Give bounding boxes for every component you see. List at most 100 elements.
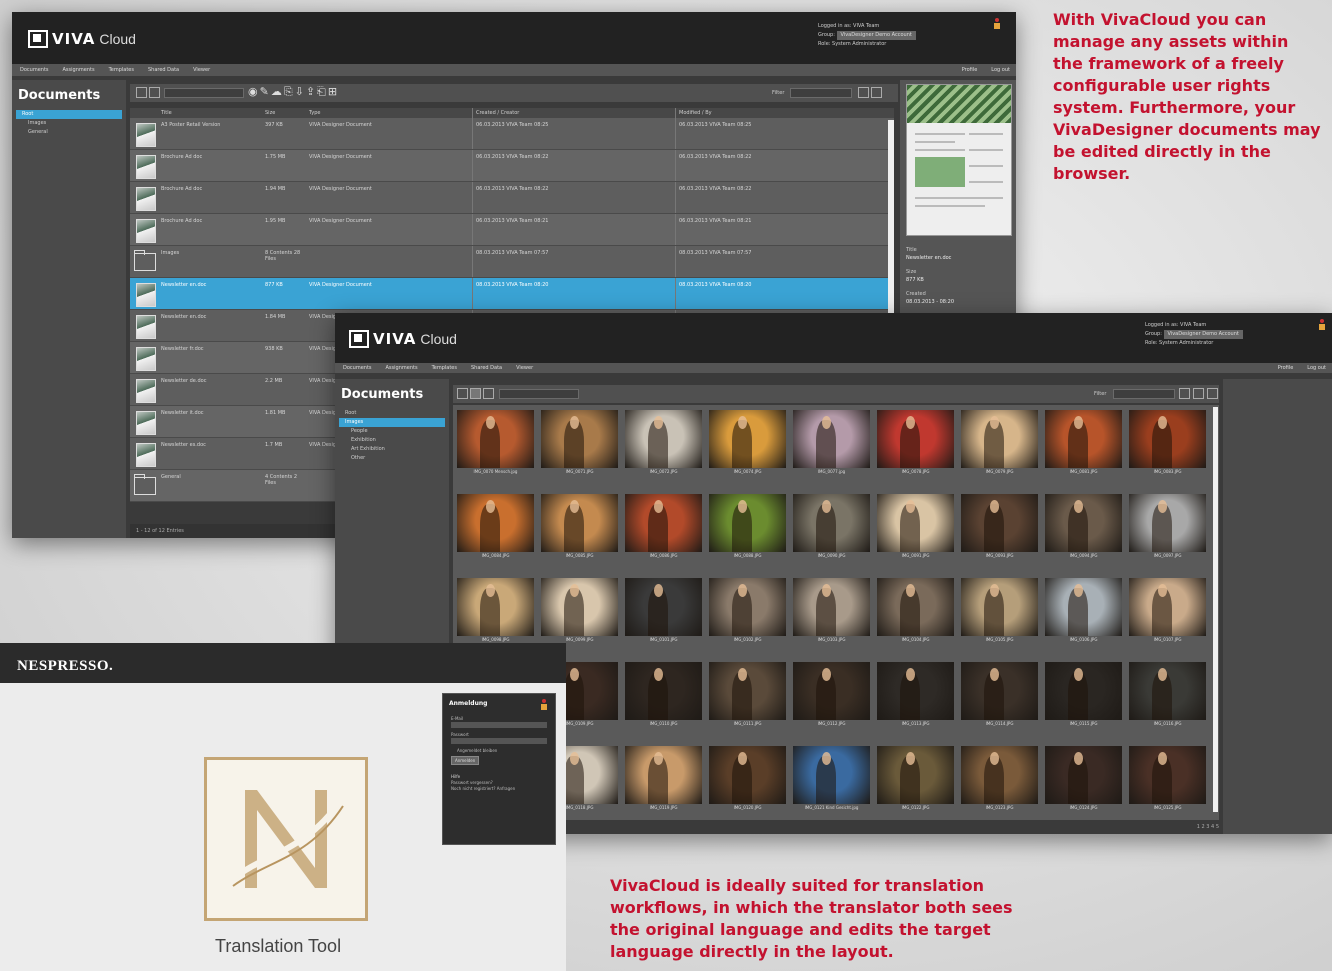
photo-tile[interactable]: IMG_0105.JPG: [958, 575, 1042, 659]
user-icon[interactable]: [994, 18, 1000, 30]
tree-item-people[interactable]: People: [339, 427, 445, 436]
photo-thumbnail[interactable]: [625, 410, 702, 468]
photo-thumbnail[interactable]: [877, 494, 954, 552]
tree-item-images[interactable]: Images: [16, 119, 122, 128]
view-list-button[interactable]: [457, 388, 468, 399]
view-grid-button[interactable]: [483, 388, 494, 399]
tree-item-root[interactable]: Root: [16, 110, 122, 119]
column-size[interactable]: Size: [262, 108, 306, 118]
password-field[interactable]: [451, 738, 547, 744]
group-select[interactable]: VivaDesigner Demo Account: [836, 31, 916, 40]
photo-tile[interactable]: IMG_0090.JPG: [790, 491, 874, 575]
photo-thumbnail[interactable]: [1129, 410, 1206, 468]
photo-tile[interactable]: IMG_0113.JPG: [874, 659, 958, 743]
filter-icon[interactable]: [871, 87, 882, 98]
photo-thumbnail[interactable]: [709, 410, 786, 468]
search-icon[interactable]: [1179, 388, 1190, 399]
photo-tile[interactable]: IMG_0112.JPG: [790, 659, 874, 743]
photo-tile[interactable]: IMG_0088.JPG: [706, 491, 790, 575]
tree-item-general[interactable]: General: [16, 128, 122, 137]
forgot-password-link[interactable]: Passwort vergessen?: [451, 780, 493, 785]
photo-tile[interactable]: IMG_0111.JPG: [706, 659, 790, 743]
menu-documents[interactable]: Documents: [20, 67, 49, 73]
photo-tile[interactable]: IMG_0093.JPG: [958, 491, 1042, 575]
photo-tile[interactable]: IMG_0103.JPG: [790, 575, 874, 659]
column-modified[interactable]: Modified / By: [675, 108, 894, 118]
photo-tile[interactable]: IMG_0070 Mensch.jpg: [454, 407, 538, 491]
photo-tile[interactable]: IMG_0081.JPG: [1042, 407, 1126, 491]
search-icon[interactable]: [858, 87, 869, 98]
menu-templates[interactable]: Templates: [432, 365, 457, 371]
menu-assignments[interactable]: Assignments: [63, 67, 95, 73]
column-type[interactable]: Type: [306, 108, 472, 118]
photo-thumbnail[interactable]: [1045, 578, 1122, 636]
photo-tile[interactable]: IMG_0110.JPG: [622, 659, 706, 743]
register-link[interactable]: Noch nicht registriert? Anfragen: [451, 786, 515, 791]
photo-thumbnail[interactable]: [961, 410, 1038, 468]
photo-tile[interactable]: IMG_0121 Kind Gesicht.jpg: [790, 743, 874, 827]
photo-tile[interactable]: IMG_0086.JPG: [622, 491, 706, 575]
photo-thumbnail[interactable]: [541, 578, 618, 636]
photo-tile[interactable]: IMG_0114.JPG: [958, 659, 1042, 743]
photo-thumbnail[interactable]: [709, 662, 786, 720]
view-thumbs-button[interactable]: [470, 388, 481, 399]
table-row[interactable]: Brochure Ad doc 1.94 MB VIVA Designer Docu…: [130, 182, 894, 214]
column-created[interactable]: Created / Creator: [472, 108, 675, 118]
remember-checkbox[interactable]: Angemeldet bleiben: [457, 748, 497, 753]
menu-profile[interactable]: Profile: [962, 67, 978, 73]
photo-tile[interactable]: IMG_0084.JPG: [454, 491, 538, 575]
photo-thumbnail[interactable]: [625, 578, 702, 636]
photo-thumbnail[interactable]: [1045, 410, 1122, 468]
photo-tile[interactable]: IMG_0074.JPG: [706, 407, 790, 491]
photo-thumbnail[interactable]: [457, 578, 534, 636]
menu-logout[interactable]: Log out: [991, 67, 1010, 73]
tree-item-root[interactable]: Root: [339, 409, 445, 418]
tree-item-exhibition[interactable]: Exhibition: [339, 436, 445, 445]
table-row[interactable]: Newsletter en.doc 877 KB VIVA Designer Doc…: [130, 278, 894, 310]
tree-item-art-exhibition[interactable]: Art Exhibition: [339, 445, 445, 454]
menu-logout[interactable]: Log out: [1307, 365, 1326, 371]
photo-tile[interactable]: IMG_0091.JPG: [874, 491, 958, 575]
photo-tile[interactable]: IMG_0101.JPG: [622, 575, 706, 659]
table-row[interactable]: Images 8 Contents 28 Files 08.03.2013 VIVA…: [130, 246, 894, 278]
filter-input[interactable]: [790, 88, 852, 98]
photo-thumbnail[interactable]: [457, 410, 534, 468]
photo-tile[interactable]: IMG_0078.JPG: [874, 407, 958, 491]
photo-thumbnail[interactable]: [793, 494, 870, 552]
photo-thumbnail[interactable]: [793, 410, 870, 468]
photo-thumbnail[interactable]: [1045, 494, 1122, 552]
photo-tile[interactable]: IMG_0124.JPG: [1042, 743, 1126, 827]
photo-thumbnail[interactable]: [625, 746, 702, 804]
photo-thumbnail[interactable]: [709, 746, 786, 804]
grid-scrollbar[interactable]: [1213, 407, 1218, 812]
menu-templates[interactable]: Templates: [109, 67, 134, 73]
table-row[interactable]: Brochure Ad doc 1.95 MB VIVA Designer Docu…: [130, 214, 894, 246]
photo-tile[interactable]: IMG_0094.JPG: [1042, 491, 1126, 575]
view-list-button[interactable]: [136, 87, 147, 98]
photo-thumbnail[interactable]: [625, 494, 702, 552]
photo-tile[interactable]: IMG_0120.JPG: [706, 743, 790, 827]
menu-viewer[interactable]: Viewer: [193, 67, 210, 73]
table-row[interactable]: Brochure Ad doc 1.75 MB VIVA Designer Docu…: [130, 150, 894, 182]
table-row[interactable]: A3 Poster Retail Version 397 KB VIVA Desig…: [130, 118, 894, 150]
photo-thumbnail[interactable]: [961, 494, 1038, 552]
photo-thumbnail[interactable]: [793, 578, 870, 636]
photo-tile[interactable]: IMG_0119.JPG: [622, 743, 706, 827]
photo-tile[interactable]: IMG_0115.JPG: [1042, 659, 1126, 743]
menu-shared-data[interactable]: Shared Data: [471, 365, 502, 371]
photo-tile[interactable]: IMG_0123.JPG: [958, 743, 1042, 827]
photo-thumbnail[interactable]: [1045, 662, 1122, 720]
menu-documents[interactable]: Documents: [343, 365, 372, 371]
photo-thumbnail[interactable]: [877, 578, 954, 636]
user-icon[interactable]: [1319, 319, 1325, 331]
action-icons[interactable]: ◉✎☁⎘⇩⇪⎗⊞: [248, 85, 339, 99]
filter-input[interactable]: [1113, 389, 1175, 399]
photo-thumbnail[interactable]: [877, 410, 954, 468]
tree-item-other[interactable]: Other: [339, 454, 445, 463]
photo-tile[interactable]: IMG_0097.JPG: [1126, 491, 1210, 575]
tree-item-images[interactable]: Images: [339, 418, 445, 427]
menu-shared-data[interactable]: Shared Data: [148, 67, 179, 73]
photo-thumbnail[interactable]: [1129, 746, 1206, 804]
photo-tile[interactable]: IMG_0106.JPG: [1042, 575, 1126, 659]
filter-icon[interactable]: [1193, 388, 1204, 399]
